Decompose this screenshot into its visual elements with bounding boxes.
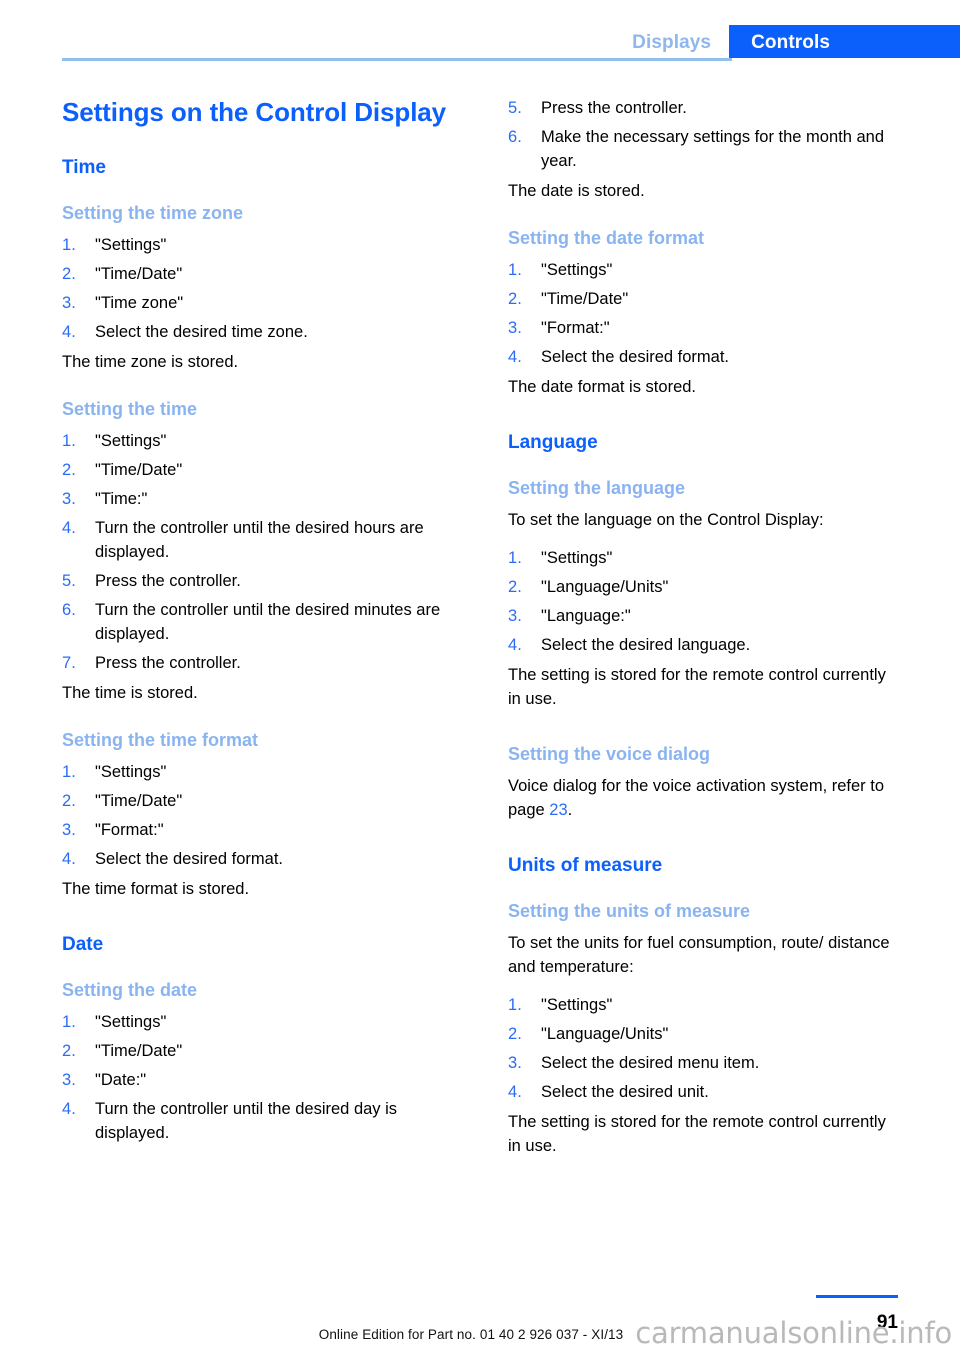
tab-displays-label: Displays xyxy=(632,32,712,53)
steps-setting-the-date-format: "Settings" "Time/Date" "Format:" Select … xyxy=(508,258,900,369)
voice-dialog-text: Voice dialog for the voice activation sy… xyxy=(508,774,900,822)
subtitle-setting-the-units-of-measure: Setting the units of measure xyxy=(508,901,751,921)
result-date-format-stored: The date format is stored. xyxy=(508,378,697,396)
steps-setting-the-units: "Settings" "Language/Units" Select the d… xyxy=(508,993,900,1104)
result-time-zone-stored: The time zone is stored. xyxy=(62,353,239,371)
subtitle-setting-the-date: Setting the date xyxy=(62,980,198,1000)
section-title-language: Language xyxy=(508,432,598,453)
voice-dialog-text-after: . xyxy=(567,801,573,819)
steps-setting-the-time-zone: "Settings" "Time/Date" "Time zone" Selec… xyxy=(62,233,454,344)
list-item: "Settings" xyxy=(62,429,167,453)
list-item: Select the desired time zone. xyxy=(62,320,308,344)
steps-setting-the-date: "Settings" "Time/Date" "Date:" Turn the … xyxy=(62,1010,454,1145)
subtitle-setting-the-time-zone: Setting the time zone xyxy=(62,203,244,223)
list-item: "Format:" xyxy=(508,316,610,340)
list-item: "Settings" xyxy=(508,546,613,570)
list-item: Select the desired menu item. xyxy=(508,1051,760,1075)
list-item: Select the desired language. xyxy=(508,633,751,657)
result-language-stored: The setting is stored for the remote con… xyxy=(508,666,886,708)
steps-setting-the-time: "Settings" "Time/Date" "Time:" Turn the … xyxy=(62,429,454,675)
list-item: Select the desired format. xyxy=(62,847,284,871)
result-time-stored: The time is stored. xyxy=(62,684,198,702)
list-item: Press the controller. xyxy=(62,651,241,675)
list-item: "Time zone" xyxy=(62,291,184,315)
list-item: "Settings" xyxy=(508,258,613,282)
steps-setting-the-date-continued: Press the controller. Make the necessary… xyxy=(508,96,900,173)
list-item: "Settings" xyxy=(62,760,167,784)
result-units-stored: The setting is stored for the remote con… xyxy=(508,1113,886,1155)
result-time-format-stored: The time format is stored. xyxy=(62,880,250,898)
intro-setting-the-language: To set the language on the Control Displ… xyxy=(508,511,824,529)
right-column: Press the controller. Make the necessary… xyxy=(508,96,900,1164)
steps-setting-the-language: "Settings" "Language/Units" "Language:" … xyxy=(508,546,900,657)
list-item: "Settings" xyxy=(62,233,167,257)
subtitle-setting-the-voice-dialog: Setting the voice dialog xyxy=(508,744,711,764)
list-item: "Time/Date" xyxy=(62,458,183,482)
list-item: Make the necessary settings for the mont… xyxy=(508,125,885,170)
tab-displays[interactable]: Displays xyxy=(618,25,729,61)
page-reference-link[interactable]: 23 xyxy=(549,801,567,819)
list-item: "Language/Units" xyxy=(508,1022,669,1046)
list-item: "Language:" xyxy=(508,604,631,628)
list-item: "Format:" xyxy=(62,818,164,842)
list-item: "Time/Date" xyxy=(62,1039,183,1063)
page-content: Settings on the Control Display Time Set… xyxy=(62,96,900,1164)
subtitle-setting-the-time: Setting the time xyxy=(62,399,198,419)
list-item: "Date:" xyxy=(62,1068,147,1092)
list-item: Select the desired unit. xyxy=(508,1080,709,1104)
subtitle-setting-the-language: Setting the language xyxy=(508,478,686,498)
list-item: "Language/Units" xyxy=(508,575,669,599)
page-title: Settings on the Control Display xyxy=(62,97,447,127)
list-item: Press the controller. xyxy=(508,96,687,120)
left-column: Settings on the Control Display Time Set… xyxy=(62,96,454,1164)
list-item: "Time/Date" xyxy=(508,287,629,311)
list-item: Turn the controller until the desired da… xyxy=(62,1097,398,1142)
list-item: "Settings" xyxy=(508,993,613,1017)
result-date-stored: The date is stored. xyxy=(508,182,645,200)
page-footer: 91 Online Edition for Part no. 01 40 2 9… xyxy=(0,1276,960,1362)
list-item: Press the controller. xyxy=(62,569,241,593)
page-header: Displays Controls xyxy=(0,0,960,62)
list-item: "Time/Date" xyxy=(62,262,183,286)
tab-controls-label: Controls xyxy=(751,32,830,53)
list-item: "Time/Date" xyxy=(62,789,183,813)
section-title-time: Time xyxy=(62,157,107,178)
subtitle-setting-the-date-format: Setting the date format xyxy=(508,228,705,248)
footer-divider xyxy=(816,1295,898,1298)
list-item: Turn the controller until the desired ho… xyxy=(62,516,424,561)
section-title-date: Date xyxy=(62,934,104,955)
list-item: "Settings" xyxy=(62,1010,167,1034)
header-divider-mask xyxy=(732,58,960,61)
list-item: Select the desired format. xyxy=(508,345,730,369)
tab-controls[interactable]: Controls xyxy=(729,25,960,61)
section-title-units-of-measure: Units of measure xyxy=(508,855,663,876)
intro-setting-the-units: To set the units for fuel consumption, r… xyxy=(508,934,890,976)
list-item: Turn the controller until the desired mi… xyxy=(62,598,441,643)
steps-setting-the-time-format: "Settings" "Time/Date" "Format:" Select … xyxy=(62,760,454,871)
list-item: "Time:" xyxy=(62,487,148,511)
chapter-tab-strip: Displays Controls xyxy=(618,25,960,61)
watermark: carmanualsonline.info xyxy=(635,1316,952,1350)
subtitle-setting-the-time-format: Setting the time format xyxy=(62,730,259,750)
